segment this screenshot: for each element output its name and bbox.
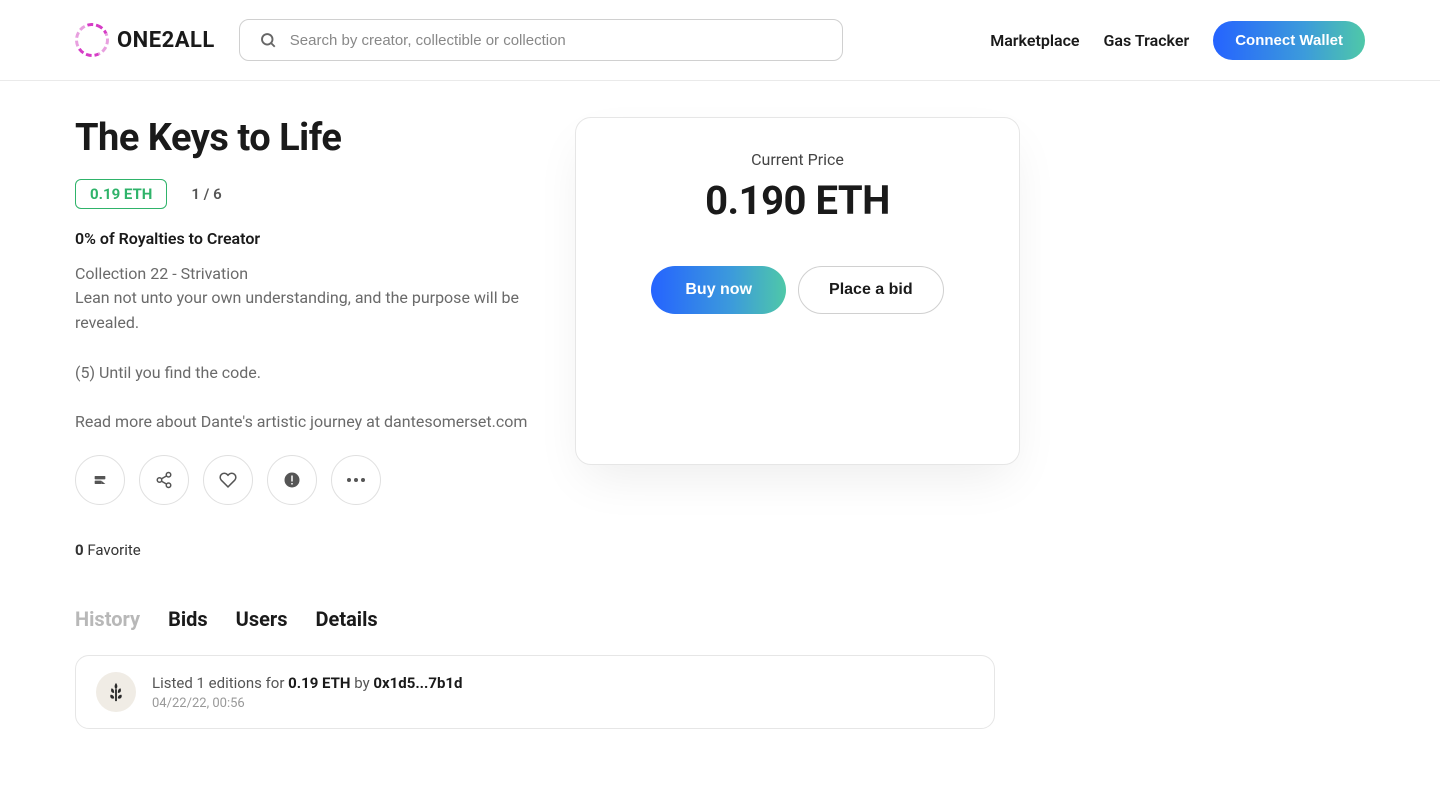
logo-mark-icon	[70, 18, 114, 62]
more-icon	[347, 478, 365, 482]
place-bid-button[interactable]: Place a bid	[798, 266, 944, 314]
logo-text: ONE2ALL	[117, 28, 215, 53]
buy-now-button[interactable]: Buy now	[651, 266, 786, 314]
favorite-button[interactable]	[203, 455, 253, 505]
logo[interactable]: ONE2ALL	[75, 23, 215, 57]
connect-wallet-button[interactable]: Connect Wallet	[1213, 21, 1365, 60]
tab-history[interactable]: History	[75, 607, 140, 631]
report-button[interactable]	[267, 455, 317, 505]
current-price-label: Current Price	[596, 150, 999, 169]
price-badge: 0.19 ETH	[75, 179, 167, 209]
item-title: The Keys to Life	[75, 117, 535, 161]
share-button[interactable]	[139, 455, 189, 505]
tabs: History Bids Users Details	[75, 607, 995, 631]
history-date: 04/22/22, 00:56	[152, 696, 462, 711]
current-price-value: 0.190 ETH	[596, 177, 999, 224]
history-entry: Listed 1 editions for 0.19 ETH by 0x1d5.…	[75, 655, 995, 729]
nav-gas-tracker[interactable]: Gas Tracker	[1104, 31, 1190, 50]
edition-count: 1 / 6	[191, 185, 221, 203]
royalty-text: 0% of Royalties to Creator	[75, 229, 535, 248]
tab-bids[interactable]: Bids	[168, 607, 208, 631]
search-wrap	[239, 19, 843, 61]
rarible-button[interactable]	[75, 455, 125, 505]
search-input[interactable]	[239, 19, 843, 61]
item-description: Collection 22 - Strivation Lean not unto…	[75, 262, 535, 436]
favorites-count: 0 Favorite	[75, 541, 535, 559]
history-text: Listed 1 editions for 0.19 ETH by 0x1d5.…	[152, 674, 462, 692]
heart-icon	[219, 471, 237, 489]
price-card: Current Price 0.190 ETH Buy now Place a …	[575, 117, 1020, 465]
avatar[interactable]	[96, 672, 136, 712]
leaf-icon	[105, 681, 127, 703]
rarible-icon	[92, 472, 108, 488]
tab-users[interactable]: Users	[236, 607, 288, 631]
search-icon	[259, 31, 277, 49]
share-icon	[155, 471, 173, 489]
nav-marketplace[interactable]: Marketplace	[990, 31, 1079, 50]
more-button[interactable]	[331, 455, 381, 505]
alert-icon	[283, 471, 301, 489]
tab-details[interactable]: Details	[316, 607, 378, 631]
